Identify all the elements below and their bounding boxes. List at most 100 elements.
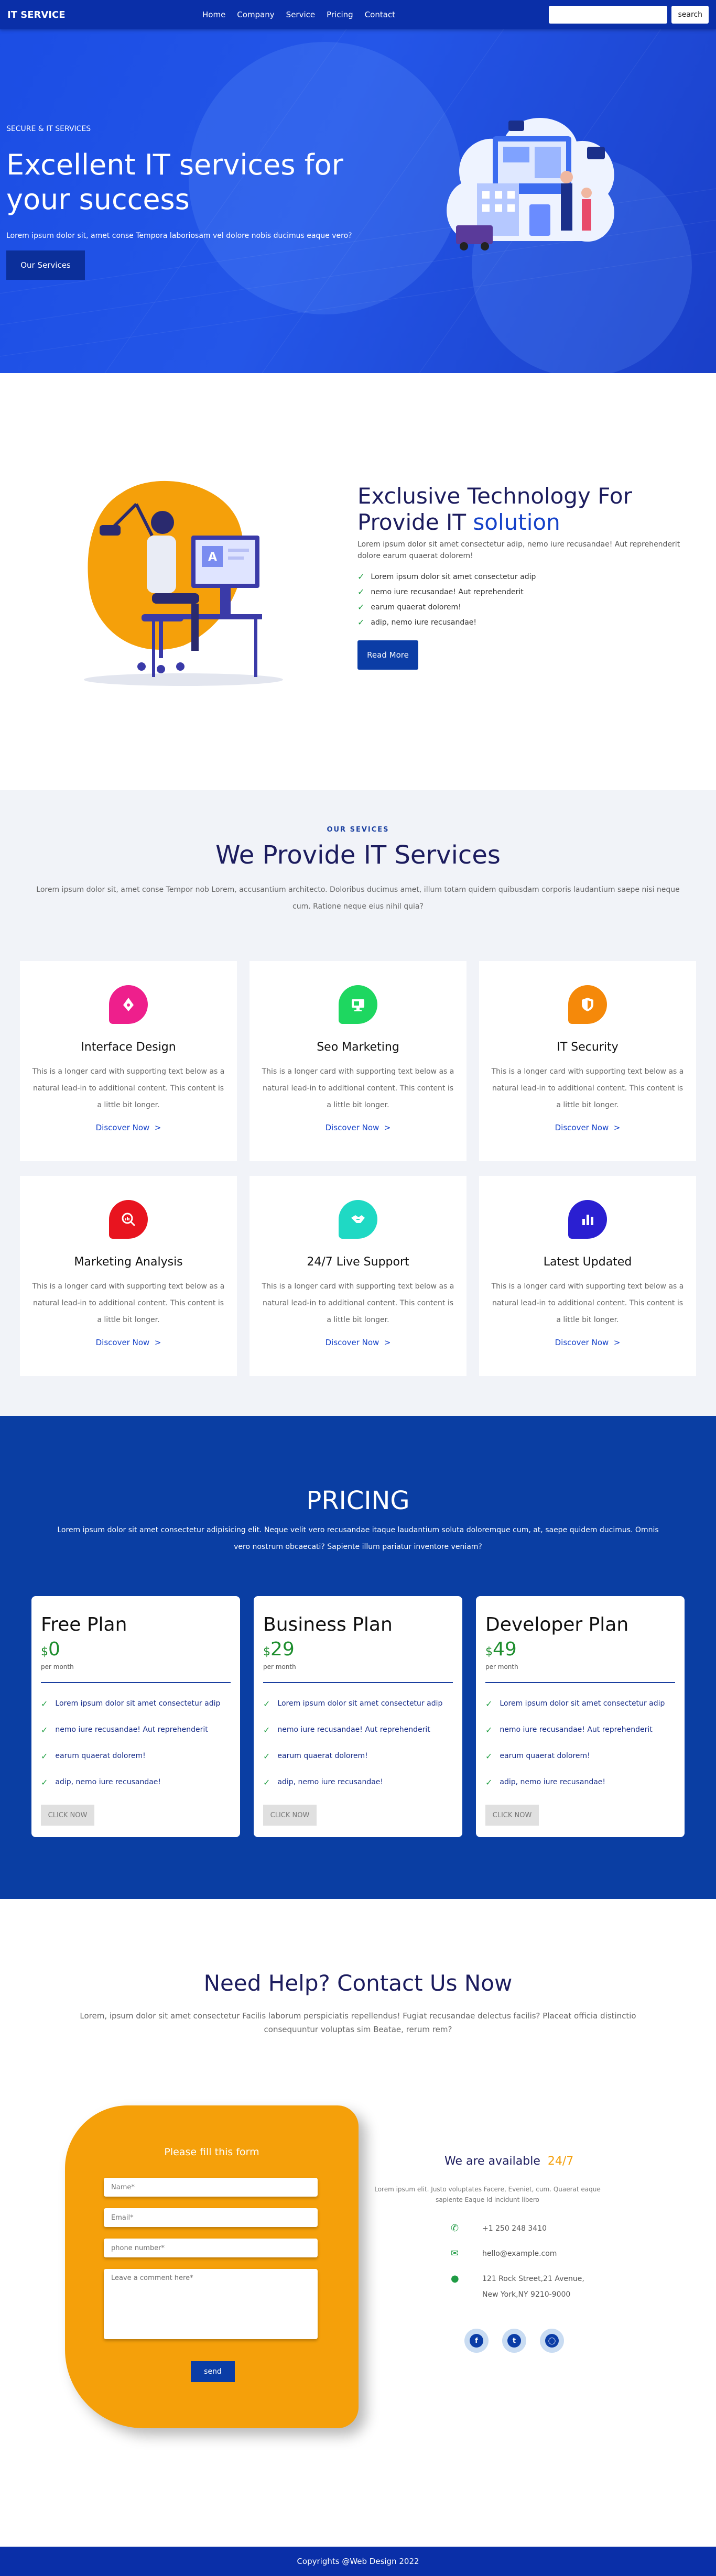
discover-now-link[interactable]: Discover Now > bbox=[555, 1123, 621, 1132]
plan-feature: ✓ earum quaerat dolorem! bbox=[41, 1751, 146, 1761]
discover-now-link[interactable]: Discover Now > bbox=[96, 1123, 161, 1132]
plan-feature: ✓ Lorem ipsum dolor sit amet consectetur … bbox=[41, 1698, 221, 1709]
contact-email: ✉ hello@example.com bbox=[451, 2246, 557, 2262]
address-text: 121 Rock Street,21 Avenue, New York,NY 9… bbox=[482, 2271, 584, 2302]
checklist-item: ✓ nemo iure recusandae! Aut reprehenderit bbox=[357, 584, 536, 599]
plan-click-now-button[interactable]: CLICK NOW bbox=[485, 1805, 539, 1826]
discover-now-link[interactable]: Discover Now > bbox=[555, 1338, 621, 1347]
nav-link-company[interactable]: Company bbox=[237, 10, 274, 19]
about-checklist: ✓ Lorem ipsum dolor sit amet consectetur … bbox=[357, 569, 536, 630]
availability-heading: We are available 24/7 bbox=[444, 2155, 573, 2168]
monitor-icon bbox=[339, 985, 377, 1024]
check-icon: ✓ bbox=[263, 1698, 270, 1709]
twitter-button[interactable]: t bbox=[502, 2329, 526, 2353]
plan-feature: ✓ Lorem ipsum dolor sit amet consectetur … bbox=[263, 1698, 443, 1709]
services-description: Lorem ipsum dolor sit, amet conse Tempor… bbox=[36, 886, 680, 911]
service-card-title: Interface Design bbox=[81, 1041, 176, 1054]
hero-illustration bbox=[447, 118, 614, 250]
workspace-illustration: A bbox=[84, 481, 283, 686]
availability-text: We are available bbox=[444, 2155, 540, 2168]
service-card-text: This is a longer card with supporting te… bbox=[491, 1067, 684, 1109]
pricing-description: Lorem ipsum dolor sit amet consectetur a… bbox=[57, 1526, 659, 1551]
nav-link-pricing[interactable]: Pricing bbox=[327, 10, 353, 19]
hero-section: SECURE & IT SERVICES Excellent IT servic… bbox=[0, 0, 716, 373]
nav-link-contact[interactable]: Contact bbox=[365, 10, 395, 19]
check-icon: ✓ bbox=[41, 1698, 48, 1709]
shield-icon bbox=[568, 985, 607, 1024]
nav-menu: Home Company Service Pricing Contact bbox=[202, 10, 395, 19]
check-icon: ✓ bbox=[357, 617, 365, 627]
plan-card-business: Business Plan $29 per month ✓ Lorem ipsum… bbox=[254, 1596, 462, 1837]
footer: Copyrights @Web Design 2022 bbox=[0, 2547, 716, 2576]
service-card-title: Seo Marketing bbox=[317, 1041, 399, 1054]
discover-now-link[interactable]: Discover Now > bbox=[326, 1123, 391, 1132]
service-card-seo-marketing: Seo Marketing This is a longer card with… bbox=[249, 961, 467, 1161]
our-services-button[interactable]: Our Services bbox=[6, 250, 85, 280]
send-button[interactable]: send bbox=[191, 2361, 235, 2382]
nav-link-service[interactable]: Service bbox=[286, 10, 315, 19]
plan-feature: ✓ Lorem ipsum dolor sit amet consectetur … bbox=[485, 1698, 665, 1709]
about-description: Lorem ipsum dolor sit amet consectetur a… bbox=[357, 540, 680, 560]
service-card-text: This is a longer card with supporting te… bbox=[32, 1067, 225, 1109]
pricing-title: PRICING bbox=[306, 1486, 410, 1515]
check-icon: ✓ bbox=[263, 1751, 270, 1761]
service-card-text: This is a longer card with supporting te… bbox=[262, 1067, 454, 1109]
service-card-text: This is a longer card with supporting te… bbox=[32, 1282, 225, 1324]
read-more-button[interactable]: Read More bbox=[357, 640, 418, 670]
contact-address: ● 121 Rock Street,21 Avenue, New York,NY… bbox=[451, 2271, 584, 2302]
search-input[interactable] bbox=[549, 6, 668, 24]
plan-feature: ✓ earum quaerat dolorem! bbox=[485, 1751, 590, 1761]
social-links: f t ◯ bbox=[464, 2329, 564, 2353]
service-card-live-support: 24/7 Live Support This is a longer card … bbox=[249, 1176, 467, 1376]
service-card-title: Latest Updated bbox=[543, 1256, 632, 1269]
services-kicker: OUR SEVICES bbox=[327, 826, 389, 834]
checklist-item: ✓ Lorem ipsum dolor sit amet consectetur … bbox=[357, 569, 536, 584]
facebook-button[interactable]: f bbox=[464, 2329, 489, 2353]
service-card-interface-design: Interface Design This is a longer card w… bbox=[20, 961, 237, 1161]
contact-section: Need Help? Contact Us Now Lorem, ipsum d… bbox=[0, 1899, 716, 2547]
plan-click-now-button[interactable]: CLICK NOW bbox=[41, 1805, 94, 1826]
check-icon: ✓ bbox=[357, 587, 365, 597]
plan-click-now-button[interactable]: CLICK NOW bbox=[263, 1805, 317, 1826]
search-button[interactable]: search bbox=[671, 6, 709, 24]
brand-logo[interactable]: IT SERVICE bbox=[7, 9, 202, 20]
phone-field[interactable] bbox=[104, 2239, 318, 2257]
check-icon: ✓ bbox=[41, 1751, 48, 1761]
contact-phone: ✆ +1 250 248 3410 bbox=[451, 2221, 547, 2236]
top-navbar: IT SERVICE Home Company Service Pricing … bbox=[0, 0, 716, 29]
comment-field[interactable] bbox=[104, 2269, 318, 2339]
plan-divider bbox=[485, 1682, 675, 1683]
email-text[interactable]: hello@example.com bbox=[482, 2246, 557, 2262]
services-title: We Provide IT Services bbox=[215, 841, 501, 870]
check-icon: ✓ bbox=[357, 602, 365, 612]
contact-form: Please fill this form send bbox=[65, 2105, 359, 2428]
check-icon: ✓ bbox=[357, 572, 365, 582]
about-title: Exclusive Technology For Provide IT solu… bbox=[357, 483, 693, 536]
plan-feature: ✓ adip, nemo iure recusandae! bbox=[41, 1777, 161, 1787]
handshake-icon bbox=[339, 1200, 377, 1239]
discover-now-link[interactable]: Discover Now > bbox=[96, 1338, 161, 1347]
plan-feature: ✓ nemo iure recusandae! Aut reprehenderit bbox=[485, 1724, 653, 1735]
plan-feature: ✓ nemo iure recusandae! Aut reprehenderit bbox=[41, 1724, 208, 1735]
checklist-text: nemo iure recusandae! Aut reprehenderit bbox=[371, 587, 524, 596]
checklist-item: ✓ adip, nemo iure recusandae! bbox=[357, 615, 536, 630]
plan-divider bbox=[41, 1682, 231, 1683]
phone-text: +1 250 248 3410 bbox=[482, 2224, 547, 2233]
instagram-button[interactable]: ◯ bbox=[540, 2329, 564, 2353]
pricing-section: PRICING Lorem ipsum dolor sit amet conse… bbox=[0, 1416, 716, 1899]
hero-title: Excellent IT services for your success bbox=[6, 148, 343, 216]
nav-link-home[interactable]: Home bbox=[202, 10, 225, 19]
check-icon: ✓ bbox=[485, 1751, 493, 1761]
discover-now-link[interactable]: Discover Now > bbox=[326, 1338, 391, 1347]
service-card-it-security: IT Security This is a longer card with s… bbox=[479, 961, 696, 1161]
email-field[interactable] bbox=[104, 2208, 318, 2227]
about-title-highlight: solution bbox=[473, 509, 560, 535]
name-field[interactable] bbox=[104, 2178, 318, 2197]
facebook-icon: f bbox=[470, 2334, 483, 2348]
about-section: A Exclusive Technology For Provide IT so… bbox=[0, 373, 716, 790]
checklist-text: earum quaerat dolorem! bbox=[371, 603, 461, 612]
check-icon: ✓ bbox=[263, 1777, 270, 1787]
address-line: 121 Rock Street,21 Avenue, bbox=[482, 2275, 584, 2283]
check-icon: ✓ bbox=[41, 1724, 48, 1735]
twitter-icon: t bbox=[507, 2334, 521, 2348]
